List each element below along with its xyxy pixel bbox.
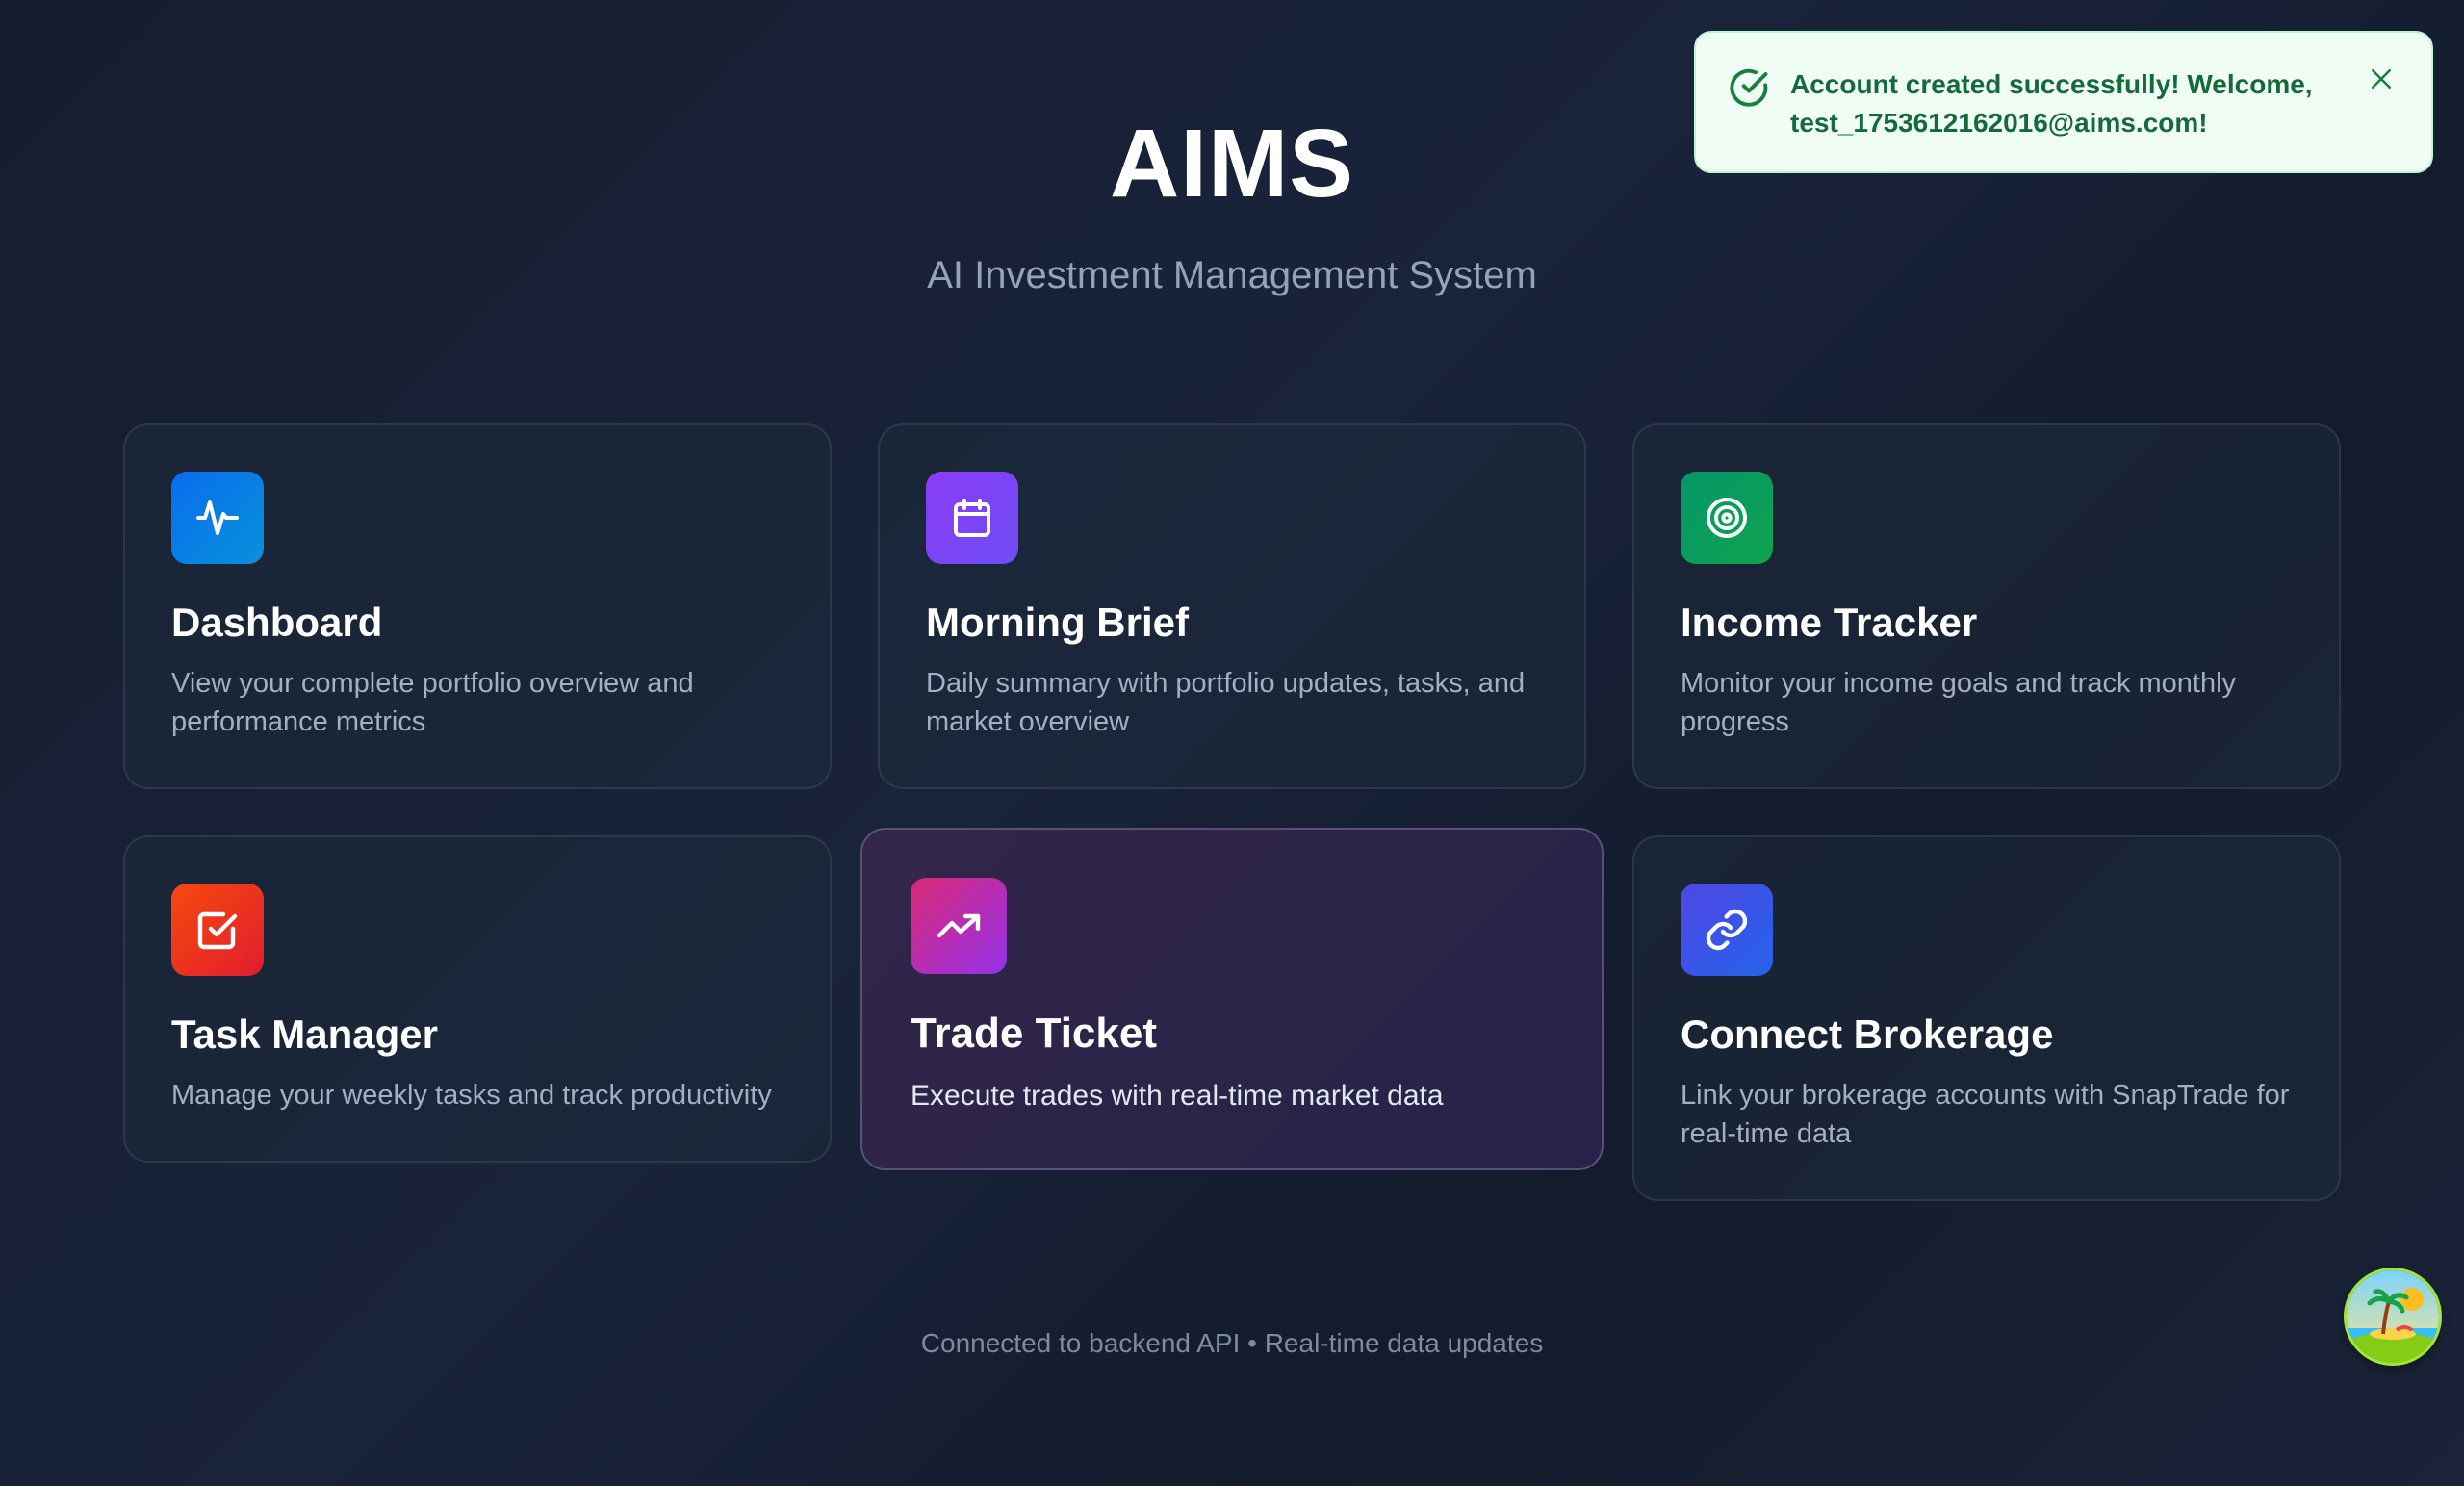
card-description: Execute trades with real-time market dat… <box>911 1079 1444 1112</box>
card-icon-box <box>171 472 264 564</box>
card-trade-ticket[interactable]: Trade Ticket Execute trades with real-ti… <box>860 828 1604 1170</box>
card-title: Connect Brokerage <box>1681 1012 2054 1057</box>
card-icon-box <box>926 472 1018 564</box>
card-title: Income Tracker <box>1681 600 1978 645</box>
beach-avatar-icon <box>2347 1270 2439 1363</box>
user-avatar[interactable] <box>2347 1270 2439 1363</box>
card-description: Manage your weekly tasks and track produ… <box>171 1080 772 1112</box>
activity-icon <box>196 500 239 535</box>
check-circle-icon <box>1730 68 1768 107</box>
toast-close-button[interactable] <box>2364 62 2399 96</box>
card-dashboard[interactable]: Dashboard View your complete portfolio o… <box>123 423 832 789</box>
check-square-icon <box>197 911 238 950</box>
card-icon-box <box>1681 472 1773 564</box>
trending-up-icon <box>937 913 981 938</box>
link-icon <box>1706 909 1748 951</box>
page-subtitle: AI Investment Management System <box>927 254 1537 296</box>
card-title: Morning Brief <box>926 600 1189 645</box>
card-icon-box <box>171 884 264 976</box>
card-morning-brief[interactable]: Morning Brief Daily summary with portfol… <box>878 423 1586 789</box>
card-icon-box <box>1681 884 1773 976</box>
card-title: Task Manager <box>171 1012 438 1057</box>
calendar-icon <box>954 499 990 537</box>
card-description: Monitor your income goals and track mont… <box>1681 668 2237 738</box>
success-toast: Account created successfully! Welcome, t… <box>1694 31 2433 173</box>
card-title: Trade Ticket <box>911 1010 1157 1057</box>
card-title: Dashboard <box>171 600 383 645</box>
connection-status: Connected to backend API • Real-time dat… <box>920 1328 1544 1358</box>
card-task-manager[interactable]: Task Manager Manage your weekly tasks an… <box>123 835 832 1163</box>
card-description: Daily summary with portfolio updates, ta… <box>926 668 1526 738</box>
toast-message: Account created successfully! Welcome, t… <box>1790 69 2313 138</box>
card-icon-box <box>911 878 1007 974</box>
card-description: Link your brokerage accounts with SnapTr… <box>1681 1080 2290 1150</box>
close-icon <box>2372 69 2391 89</box>
card-income-tracker[interactable]: Income Tracker Monitor your income goals… <box>1632 423 2341 789</box>
card-connect-brokerage[interactable]: Connect Brokerage Link your brokerage ac… <box>1632 835 2341 1201</box>
target-icon <box>1707 498 1747 538</box>
card-description: View your complete portfolio overview an… <box>171 668 694 738</box>
